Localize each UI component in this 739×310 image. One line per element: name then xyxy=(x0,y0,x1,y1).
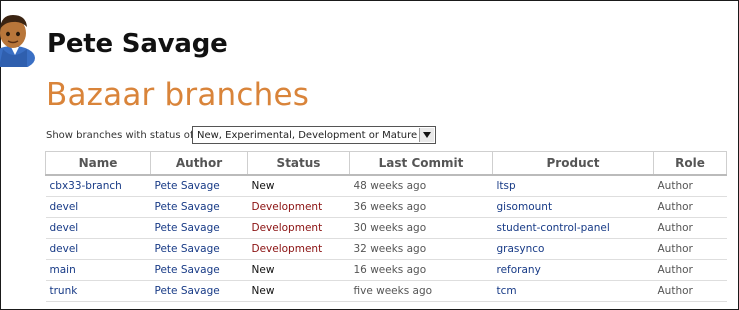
table-row: devel Pete Savage Development 36 weeks a… xyxy=(45,196,727,218)
table-row: devel Pete Savage Development 32 weeks a… xyxy=(45,238,727,260)
table-header-row: Name Author Status Last Commit Product R… xyxy=(45,151,727,176)
page-frame: Pete Savage Bazaar branches Show branche… xyxy=(0,0,739,310)
role: Author xyxy=(653,238,727,260)
author-link[interactable]: Pete Savage xyxy=(150,196,248,218)
role: Author xyxy=(653,259,727,281)
table-row: main Pete Savage New 16 weeks ago refora… xyxy=(45,259,727,281)
column-header-author[interactable]: Author xyxy=(150,151,248,176)
branch-status: New xyxy=(247,175,350,197)
person-avatar-icon xyxy=(0,9,41,70)
author-link[interactable]: Pete Savage xyxy=(150,259,248,281)
last-commit: five weeks ago xyxy=(349,280,493,302)
table-row: devel Pete Savage Development 30 weeks a… xyxy=(45,217,727,239)
column-header-status[interactable]: Status xyxy=(247,151,350,176)
column-header-last-commit[interactable]: Last Commit xyxy=(349,151,493,176)
product-link[interactable]: grasynco xyxy=(492,238,654,260)
branch-name-link[interactable]: devel xyxy=(45,238,151,260)
role: Author xyxy=(653,217,727,239)
role: Author xyxy=(653,196,727,218)
product-link[interactable]: ltsp xyxy=(492,175,654,197)
page-title: Bazaar branches xyxy=(46,77,310,113)
branch-status: Development xyxy=(247,217,350,239)
author-link[interactable]: Pete Savage xyxy=(150,280,248,302)
status-filter-value: New, Experimental, Development or Mature xyxy=(197,130,418,141)
branch-status: Development xyxy=(247,238,350,260)
branch-status: New xyxy=(247,280,350,302)
product-link[interactable]: student-control-panel xyxy=(492,217,654,239)
column-header-name[interactable]: Name xyxy=(45,151,151,176)
branch-name-link[interactable]: main xyxy=(45,259,151,281)
author-link[interactable]: Pete Savage xyxy=(150,217,248,239)
table-row: trunk Pete Savage New five weeks ago tcm… xyxy=(45,280,727,302)
table-row: cbx33-branch Pete Savage New 48 weeks ag… xyxy=(45,175,727,197)
column-header-product[interactable]: Product xyxy=(492,151,654,176)
branch-name-link[interactable]: devel xyxy=(45,196,151,218)
author-link[interactable]: Pete Savage xyxy=(150,238,248,260)
status-filter-select[interactable]: New, Experimental, Development or Mature xyxy=(192,126,436,144)
product-link[interactable]: reforany xyxy=(492,259,654,281)
role: Author xyxy=(653,280,727,302)
branch-name-link[interactable]: trunk xyxy=(45,280,151,302)
branch-status: Development xyxy=(247,196,350,218)
product-link[interactable]: tcm xyxy=(492,280,654,302)
last-commit: 30 weeks ago xyxy=(349,217,493,239)
last-commit: 32 weeks ago xyxy=(349,238,493,260)
dropdown-arrow-icon[interactable] xyxy=(419,128,434,142)
status-filter-label: Show branches with status of xyxy=(46,130,194,141)
branch-name-link[interactable]: cbx33-branch xyxy=(45,175,151,197)
product-link[interactable]: gisomount xyxy=(492,196,654,218)
branch-status: New xyxy=(247,259,350,281)
role: Author xyxy=(653,175,727,197)
column-header-role[interactable]: Role xyxy=(653,151,727,176)
last-commit: 48 weeks ago xyxy=(349,175,493,197)
branches-table: Name Author Status Last Commit Product R… xyxy=(45,151,727,302)
last-commit: 36 weeks ago xyxy=(349,196,493,218)
last-commit: 16 weeks ago xyxy=(349,259,493,281)
branch-name-link[interactable]: devel xyxy=(45,217,151,239)
author-link[interactable]: Pete Savage xyxy=(150,175,248,197)
person-name: Pete Savage xyxy=(47,29,228,59)
